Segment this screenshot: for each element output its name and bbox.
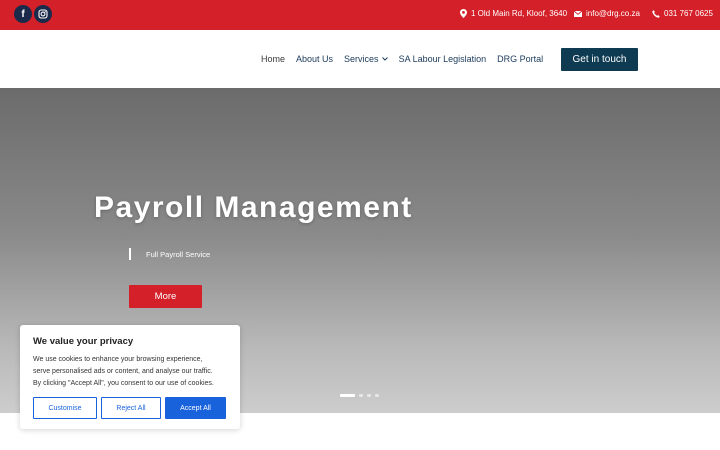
hero-accent-bar [129,248,131,260]
nav-label-about: About Us [296,54,334,64]
phone-icon [652,9,660,18]
nav-label-labour-legislation: SA Labour Legislation [398,54,487,64]
slider-dot[interactable] [367,394,371,397]
nav-item-home[interactable]: Home [261,54,285,64]
slider-dot[interactable] [375,394,379,397]
email-text: info@drg.co.za [586,9,640,18]
cookie-text-line: By clicking "Accept All", you consent to… [33,380,214,387]
more-button[interactable]: More [129,285,202,308]
nav-label-drg-portal: DRG Portal [497,54,544,64]
cookie-buttons: Customise Reject All Accept All [33,397,226,419]
nav-item-labour-legislation[interactable]: SA Labour Legislation [399,54,487,64]
nav-item-about[interactable]: About Us [296,54,333,64]
address-link[interactable]: 1 Old Main Rd, Kloof, 3640 [460,9,567,18]
envelope-icon [574,10,582,17]
site-header: Home About Us Services SA Labour Legisla… [0,30,720,88]
hero-subtitle: Full Payroll Service [146,250,211,259]
address-text: 1 Old Main Rd, Kloof, 3640 [471,9,568,18]
customise-button[interactable]: Customise [33,397,97,419]
chevron-down-icon [381,57,388,61]
cookie-title: We value your privacy [33,336,134,347]
instagram-glyph [38,9,48,19]
facebook-icon[interactable]: f [14,5,32,23]
reject-all-button[interactable]: Reject All [101,397,161,419]
slider-dots [340,394,379,397]
nav-label-home: Home [261,54,286,64]
map-pin-icon [460,9,467,18]
facebook-glyph: f [21,8,25,20]
hero-title: Payroll Management [94,191,413,224]
cookie-consent-banner: We value your privacy We use cookies to … [20,325,240,429]
slider-dot[interactable] [340,394,355,397]
nav-label-services: Services [344,54,379,64]
email-link[interactable]: info@drg.co.za [574,9,640,18]
nav-item-services[interactable]: Services [344,54,388,64]
cookie-text: We use cookies to enhance your browsing … [33,354,227,390]
cookie-text-line: We use cookies to enhance your browsing … [33,356,203,363]
cookie-text-line: serve personalised ads or content, and a… [33,368,213,375]
top-bar: f 1 Old Main Rd, Kloof, 3640 info@drg.co… [0,0,720,30]
main-nav: Home About Us Services SA Labour Legisla… [261,54,554,64]
phone-link[interactable]: 031 767 0625 [652,9,713,18]
phone-text: 031 767 0625 [664,9,713,18]
slider-dot[interactable] [359,394,363,397]
get-in-touch-button[interactable]: Get in touch [561,48,638,71]
nav-item-drg-portal[interactable]: DRG Portal [497,54,543,64]
instagram-icon[interactable] [34,5,52,23]
accept-all-button[interactable]: Accept All [165,397,226,419]
